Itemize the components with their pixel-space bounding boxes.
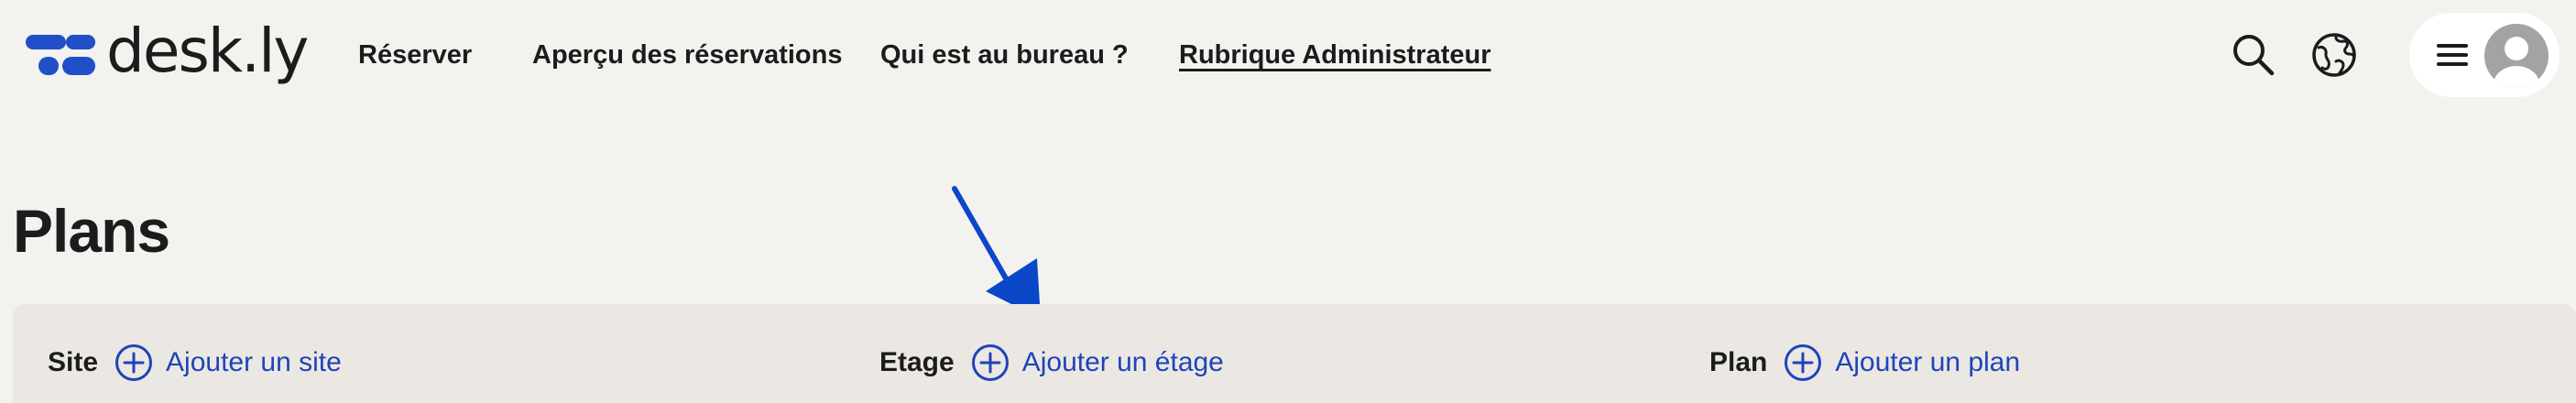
- add-plan-button[interactable]: Ajouter un plan: [1784, 343, 2020, 382]
- desk-ly-logo[interactable]: desk.ly: [26, 16, 309, 93]
- add-site-label: Ajouter un site: [166, 347, 342, 377]
- globe-icon[interactable]: [2309, 29, 2360, 81]
- page-title: Plans: [13, 197, 170, 265]
- user-menu-button[interactable]: [2409, 13, 2560, 97]
- nav-item-rubrique-administrateur[interactable]: Rubrique Administrateur: [1179, 37, 1491, 73]
- top-header: desk.ly Réserver Aperçu des réservations…: [0, 0, 2576, 110]
- plus-circle-icon: [1785, 344, 1822, 381]
- logo-text: desk.ly: [106, 16, 309, 86]
- etage-column: Etage Ajouter un étage: [879, 343, 1224, 383]
- nav-item-qui-est-au-bureau[interactable]: Qui est au bureau ?: [880, 37, 1129, 73]
- plan-label: Plan: [1709, 347, 1768, 377]
- plans-filter-panel: Site Ajouter un site Etage Ajouter un ét…: [13, 304, 2576, 403]
- plus-circle-icon: [115, 344, 153, 381]
- add-etage-button[interactable]: Ajouter un étage: [971, 343, 1224, 382]
- etage-label: Etage: [879, 347, 955, 377]
- site-column: Site Ajouter un site: [48, 343, 342, 383]
- add-etage-label: Ajouter un étage: [1021, 347, 1224, 377]
- add-site-button[interactable]: Ajouter un site: [115, 343, 342, 382]
- plan-column: Plan Ajouter un plan: [1709, 343, 2020, 383]
- search-icon[interactable]: [2228, 29, 2279, 81]
- plus-circle-icon: [971, 344, 1009, 381]
- hamburger-menu-icon: [2437, 42, 2468, 68]
- user-avatar-icon: [2484, 24, 2549, 88]
- add-plan-label: Ajouter un plan: [1835, 347, 2021, 377]
- site-label: Site: [48, 347, 99, 377]
- nav-item-apercu-reservations[interactable]: Aperçu des réservations: [532, 37, 842, 73]
- nav-item-reserver[interactable]: Réserver: [358, 37, 472, 73]
- logo-mark-icon: [26, 35, 95, 75]
